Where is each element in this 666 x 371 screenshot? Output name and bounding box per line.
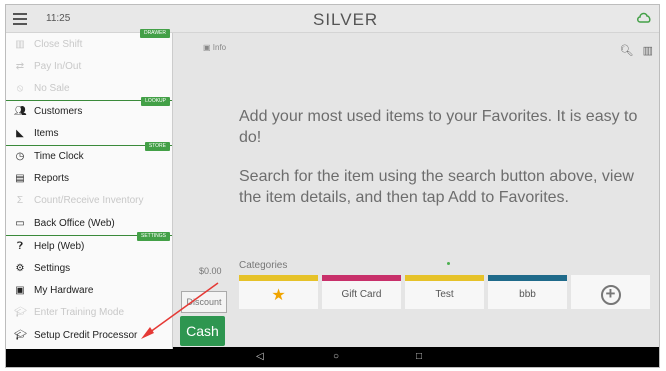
sigma-icon: Σ xyxy=(16,195,24,207)
menu-enter-training-mode[interactable]: 🎓︎ Enter Training Mode xyxy=(6,302,172,324)
order-total: $0.00 xyxy=(199,266,222,276)
back-nav-icon[interactable]: ◁ xyxy=(256,351,264,362)
page-indicator-dot xyxy=(447,262,450,265)
category-bbb[interactable]: bbb xyxy=(488,275,567,309)
barcode-icon[interactable]: ▥ xyxy=(643,45,653,57)
no-sale-icon: ⦸ xyxy=(16,83,24,95)
section-tag-drawer: DRAWER xyxy=(139,29,170,38)
cash-button[interactable]: Cash xyxy=(180,316,225,346)
clock-time: 11:25 xyxy=(46,13,71,24)
category-favorites[interactable]: ★ xyxy=(239,275,318,309)
search-icon[interactable]: 🔍︎ xyxy=(619,45,633,57)
menu-time-clock[interactable]: ◷ Time Clock STORE xyxy=(6,141,172,167)
home-nav-icon[interactable]: ○ xyxy=(333,351,339,362)
top-bar: 11:25 SILVER xyxy=(6,5,659,33)
add-category-button[interactable]: + xyxy=(571,275,650,309)
cloud-sync-icon[interactable] xyxy=(636,11,652,25)
menu-reports[interactable]: ▤ Reports xyxy=(6,167,172,189)
clock-icon: ◷ xyxy=(15,151,25,163)
favorites-message-2: Search for the item using the search but… xyxy=(239,168,634,206)
bank-icon: ▥ xyxy=(15,38,25,50)
discount-button[interactable]: Discount xyxy=(181,291,227,313)
favorites-message-1: Add your most used items to your Favorit… xyxy=(239,108,638,146)
menu-my-hardware[interactable]: ▣ My Hardware xyxy=(6,279,172,301)
hamburger-menu-icon[interactable] xyxy=(13,13,27,25)
section-tag-settings: SETTINGS xyxy=(136,231,170,241)
menu-customers[interactable]: 👥︎ Customers LOOKUP xyxy=(6,97,172,122)
swap-icon: ⇄ xyxy=(15,61,25,73)
android-nav-bar: ◁ ○ □ xyxy=(6,347,659,367)
training-icon: 🎓︎ xyxy=(14,307,27,319)
section-tag-lookup: LOOKUP xyxy=(141,97,170,107)
hardware-icon: ▣ xyxy=(15,284,25,296)
menu-count-receive-inventory[interactable]: Σ Count/Receive Inventory xyxy=(6,190,172,212)
menu-settings[interactable]: ⚙ Settings xyxy=(6,257,172,279)
star-icon: ★ xyxy=(271,287,286,304)
silver-logo: SILVER xyxy=(313,10,379,29)
help-icon: ❓︎ xyxy=(16,240,23,252)
add-circle-icon: + xyxy=(600,285,621,305)
menu-help[interactable]: ❓︎ Help (Web) SETTINGS xyxy=(6,231,172,257)
recents-nav-icon[interactable]: □ xyxy=(416,351,422,362)
info-tab[interactable]: ▣ Info xyxy=(203,43,226,52)
category-test[interactable]: Test xyxy=(405,275,484,309)
graduation-cap-icon: 🎓︎ xyxy=(14,329,27,341)
section-tag-store: STORE xyxy=(144,141,170,151)
app-window: 11:25 SILVER ▣ Info 🔍︎ ▥ Add your most u… xyxy=(5,4,660,368)
back-office-icon: ▭ xyxy=(15,217,25,229)
menu-close-shift[interactable]: ▥ Close Shift DRAWER xyxy=(6,29,172,55)
report-icon: ▤ xyxy=(15,173,25,185)
search-barcode-controls: 🔍︎ ▥ xyxy=(619,44,653,57)
people-icon: 👥︎ xyxy=(14,106,27,118)
menu-setup-credit-processor[interactable]: 🎓︎ Setup Credit Processor xyxy=(6,324,172,346)
category-gift-card[interactable]: Gift Card xyxy=(322,275,401,309)
settings-icon: ⚙ xyxy=(15,262,25,274)
navigation-drawer: ▥ Close Shift DRAWER ⇄ Pay In/Out ⦸ No S… xyxy=(6,29,173,349)
favorites-message: Add your most used items to your Favorit… xyxy=(239,106,649,226)
items-icon: ◣ xyxy=(16,128,24,140)
menu-pay-in-out[interactable]: ⇄ Pay In/Out xyxy=(6,55,172,77)
categories-label: Categories xyxy=(239,260,288,271)
